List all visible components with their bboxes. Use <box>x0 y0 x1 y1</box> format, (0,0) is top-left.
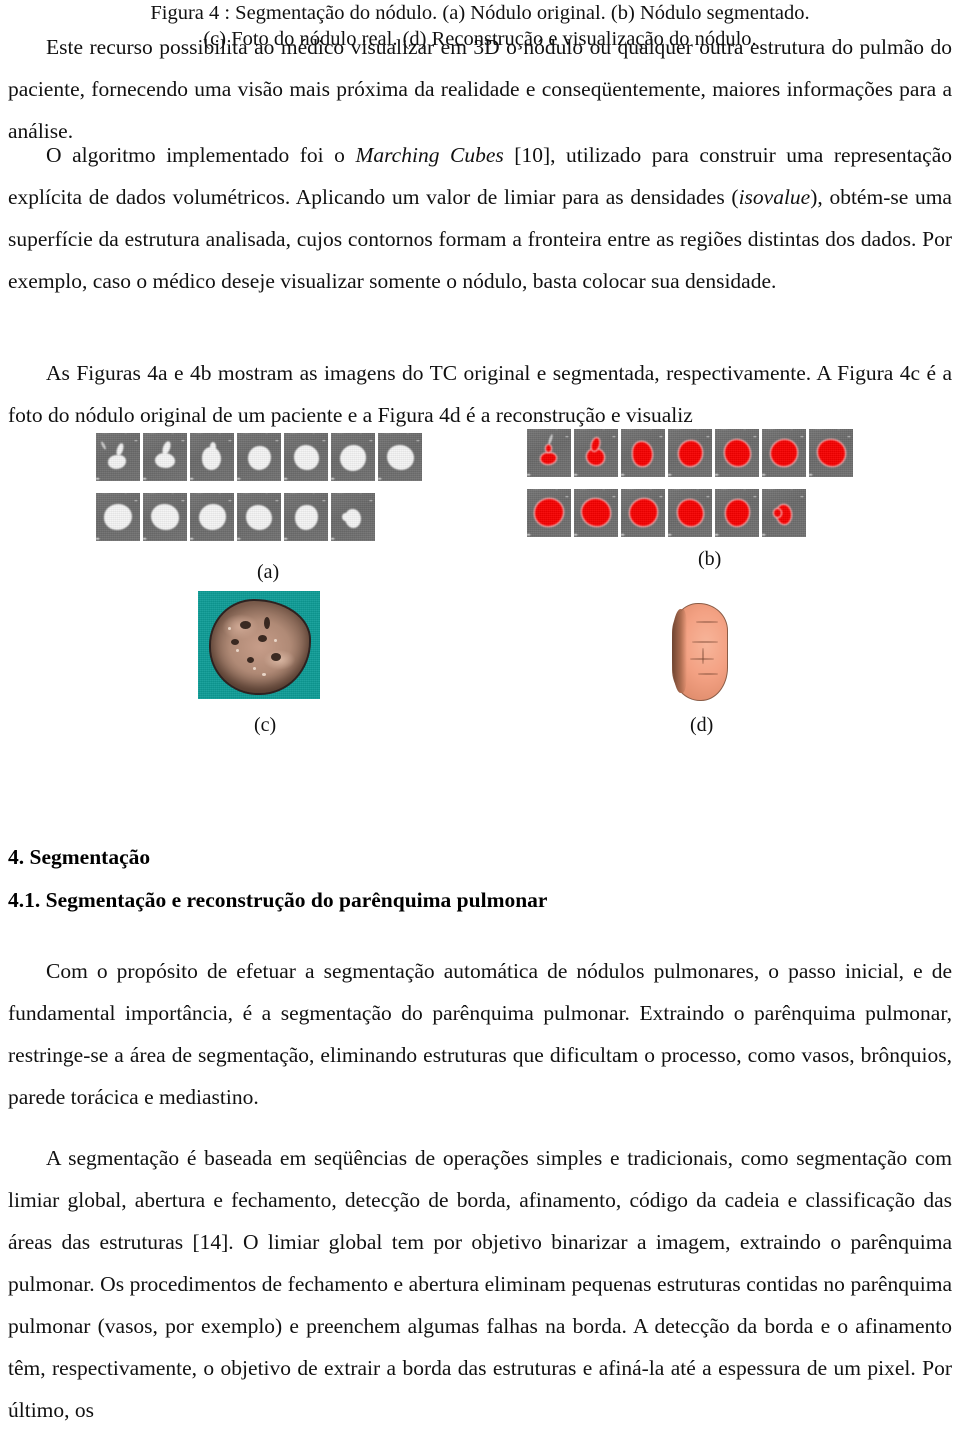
figure-panel-label-c: (c) <box>254 714 277 736</box>
ct-tile-original <box>331 433 375 481</box>
paragraph-segmentation-operations: A segmentação é baseada em seqüências de… <box>8 1137 952 1431</box>
panel-b-row-2 <box>527 489 853 537</box>
ct-tile-segmented <box>715 429 759 477</box>
heading-section-4: 4. Segmentação <box>8 845 151 869</box>
panel-b-row-1 <box>527 429 853 477</box>
paragraph-segmentation-intro: Com o propósito de efetuar a segmentação… <box>8 950 952 1118</box>
ct-tile-segmented <box>527 489 571 537</box>
ct-tile-segmented <box>715 489 759 537</box>
term-marching-cubes: Marching Cubes <box>355 142 504 167</box>
figure-caption-line-2: (c) Foto do nódulo real. (d) Reconstruçã… <box>203 28 757 50</box>
ct-tile-original <box>190 433 234 481</box>
ct-tile-segmented <box>668 489 712 537</box>
ct-tile-segmented <box>574 489 618 537</box>
paragraph-5-text: A segmentação é baseada em seqüências de… <box>8 1145 952 1422</box>
ct-tile-original <box>331 493 375 541</box>
ct-tile-segmented <box>762 489 806 537</box>
ct-tile-original <box>378 433 422 481</box>
paragraph-marching-cubes: O algoritmo implementado foi o Marching … <box>8 134 952 302</box>
figure-4: (a) (b) (c) (d) <box>0 425 960 835</box>
ct-tile-segmented <box>574 429 618 477</box>
panel-a-row-1 <box>96 433 422 481</box>
paragraph-2-lead: O algoritmo implementado foi o <box>46 142 356 167</box>
heading-section-4-1: 4.1. Segmentação e reconstrução do parên… <box>8 888 548 912</box>
panel-a-row-2 <box>96 493 422 541</box>
ct-tile-original <box>284 433 328 481</box>
figure-panel-label-d: (d) <box>690 714 714 736</box>
figure-panel-label-a: (a) <box>257 561 280 583</box>
figure-panel-d-reconstruction <box>672 603 728 701</box>
figure-panel-a-original <box>96 433 422 541</box>
ct-tile-segmented <box>527 429 571 477</box>
ct-tile-original <box>237 433 281 481</box>
ct-tile-original <box>143 433 187 481</box>
ct-tile-original <box>143 493 187 541</box>
term-isovalue: isovalue <box>738 184 811 209</box>
ct-tile-segmented <box>809 429 853 477</box>
paragraph-4-text: Com o propósito de efetuar a segmentação… <box>8 958 952 1109</box>
figure-panel-c-photo <box>198 591 320 699</box>
ct-tile-original <box>96 433 140 481</box>
ct-tile-segmented <box>762 429 806 477</box>
ct-tile-original <box>284 493 328 541</box>
ct-tile-segmented <box>668 429 712 477</box>
figure-panel-label-b: (b) <box>698 548 722 570</box>
ct-tile-segmented <box>621 429 665 477</box>
ct-tile-original <box>237 493 281 541</box>
figure-caption-line-1: Figura 4 : Segmentação do nódulo. (a) Nó… <box>150 2 810 24</box>
ct-tile-segmented <box>621 489 665 537</box>
ct-tile-original <box>96 493 140 541</box>
document-page: Este recurso possibilita ao médico visua… <box>0 0 960 1422</box>
ct-tile-original <box>190 493 234 541</box>
paragraph-figure-reference: As Figuras 4a e 4b mostram as imagens do… <box>8 352 952 436</box>
paragraph-3-text: As Figuras 4a e 4b mostram as imagens do… <box>8 360 952 427</box>
figure-panel-b-segmented <box>527 429 853 537</box>
